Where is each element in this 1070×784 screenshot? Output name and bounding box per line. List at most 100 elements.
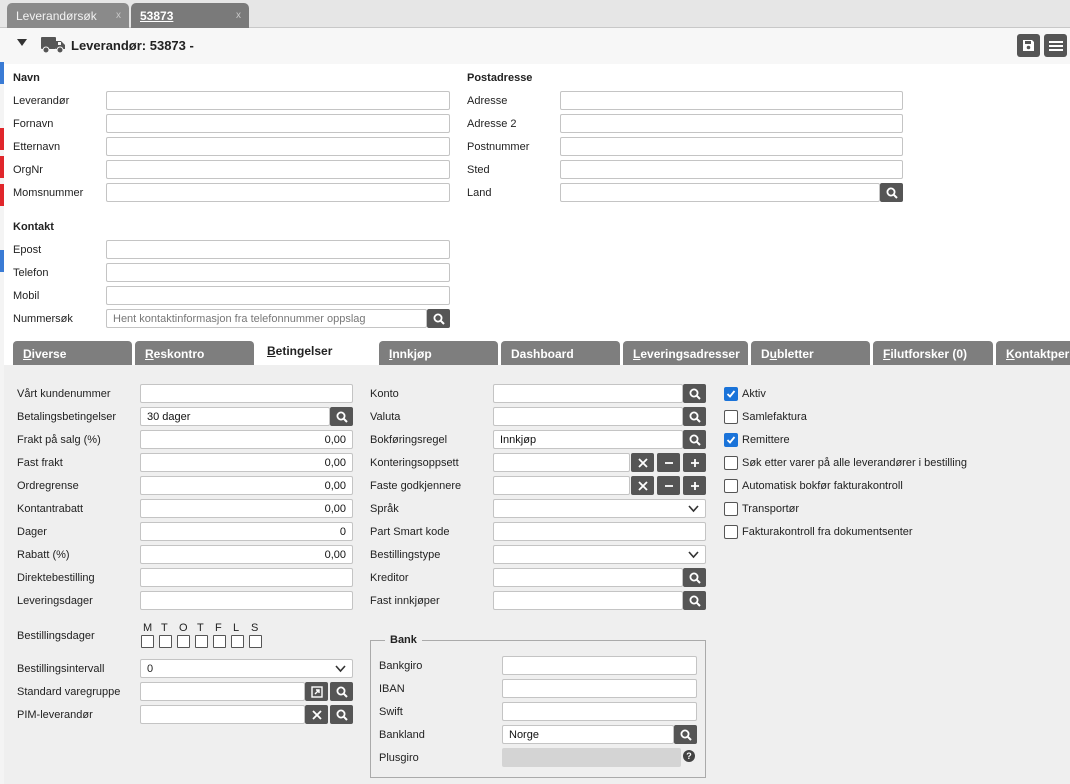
standard-varegruppe-input[interactable] [140,682,305,701]
subtab-reskontro[interactable]: Reskontro [135,341,254,365]
remittere-checkbox[interactable] [724,433,738,447]
vart-kundenummer-input[interactable] [140,384,353,403]
day-checkbox[interactable] [249,635,262,648]
leverandor-input[interactable] [106,91,450,110]
day-checkbox[interactable] [213,635,226,648]
kreditor-input[interactable] [493,568,683,587]
valuta-input[interactable] [493,407,683,426]
nummersok-input[interactable]: Hent kontaktinformasjon fra telefonnumme… [106,309,427,328]
swift-input[interactable] [502,702,697,721]
field-label: Bestillingsintervall [17,663,105,675]
mobil-input[interactable] [106,286,450,305]
field-label: Adresse [467,95,508,107]
betalingsbetingelser-search-button[interactable] [330,407,353,426]
day-checkbox[interactable] [195,635,208,648]
kreditor-search-button[interactable] [683,568,706,587]
land-search-button[interactable] [880,183,903,202]
samlefaktura-checkbox[interactable] [724,410,738,424]
direktebestilling-input[interactable] [140,568,353,587]
fast-frakt-input[interactable]: 0,00 [140,453,353,472]
betalingsbetingelser-input[interactable]: 30 dager [140,407,330,426]
subtab-dubletter[interactable]: Dubletter [751,341,870,365]
part-smart-kode-input[interactable] [493,522,706,541]
collapse-toggle-icon[interactable] [17,38,27,50]
leveringsdager-input[interactable] [140,591,353,610]
faste-godkjennere-input[interactable] [493,476,630,495]
tab-53873[interactable]: 53873 x [131,3,249,28]
ordregrense-input[interactable]: 0,00 [140,476,353,495]
remove-button[interactable] [657,476,680,495]
orgnr-input[interactable] [106,160,450,179]
konteringsoppsett-input[interactable] [493,453,630,472]
remove-button[interactable] [657,453,680,472]
bankland-input[interactable]: Norge [502,725,674,744]
frakt-pa-salg-input[interactable]: 0,00 [140,430,353,449]
bestillingsintervall-select[interactable]: 0 [140,659,353,678]
momsnummer-input[interactable] [106,183,450,202]
add-button[interactable] [683,476,706,495]
day-checkbox[interactable] [177,635,190,648]
day-checkbox[interactable] [141,635,154,648]
bokforingsregel-input[interactable]: Innkjøp [493,430,683,449]
close-icon[interactable]: x [116,10,121,21]
kontantrabatt-input[interactable]: 0,00 [140,499,353,518]
fast-innkjoper-input[interactable] [493,591,683,610]
dager-input[interactable]: 0 [140,522,353,541]
save-button[interactable] [1017,34,1040,57]
sprak-select[interactable] [493,499,706,518]
land-input[interactable] [560,183,880,202]
sok-alle-leverandorer-checkbox[interactable] [724,456,738,470]
subtab-betingelser[interactable]: Betingelser [257,338,376,365]
checkbox-label: Søk etter varer på alle leverandører i b… [742,457,967,469]
fornavn-input[interactable] [106,114,450,133]
close-icon[interactable]: x [236,10,241,21]
konto-input[interactable] [493,384,683,403]
clear-button[interactable] [631,476,654,495]
search-icon [336,709,348,721]
day-checkbox[interactable] [231,635,244,648]
subtab-diverse[interactable]: Diverse [13,341,132,365]
subtab-innkjop[interactable]: Innkjøp [379,341,498,365]
valuta-search-button[interactable] [683,407,706,426]
subtab-filutforsker[interactable]: Filutforsker (0) [873,341,993,365]
day-checkbox[interactable] [159,635,172,648]
fast-innkjoper-search-button[interactable] [683,591,706,610]
nummersok-search-button[interactable] [427,309,450,328]
page-title: Leverandør: 53873 - [71,38,194,53]
bankland-search-button[interactable] [674,725,697,744]
telefon-input[interactable] [106,263,450,282]
transportor-checkbox[interactable] [724,502,738,516]
iban-input[interactable] [502,679,697,698]
pim-leverandor-search-button[interactable] [330,705,353,724]
konto-search-button[interactable] [683,384,706,403]
help-icon[interactable]: ? [683,750,695,762]
adresse2-input[interactable] [560,114,903,133]
etternavn-input[interactable] [106,137,450,156]
rabatt-input[interactable]: 0,00 [140,545,353,564]
bankgiro-input[interactable] [502,656,697,675]
field-label: Kontantrabatt [17,503,84,515]
standard-varegruppe-search-button[interactable] [330,682,353,701]
search-icon [433,313,445,325]
subtab-leveringsadresser[interactable]: Leveringsadresser [623,341,748,365]
epost-input[interactable] [106,240,450,259]
automatisk-bokfor-checkbox[interactable] [724,479,738,493]
open-link-button[interactable] [305,682,328,701]
field-label: Bokføringsregel [370,434,448,446]
aktiv-checkbox[interactable] [724,387,738,401]
pim-leverandor-input[interactable] [140,705,305,724]
clear-button[interactable] [631,453,654,472]
bokforingsregel-search-button[interactable] [683,430,706,449]
clear-button[interactable] [305,705,328,724]
add-button[interactable] [683,453,706,472]
postnummer-input[interactable] [560,137,903,156]
subtab-kontaktpersoner[interactable]: Kontaktpersoner [996,341,1070,365]
bestillingstype-select[interactable] [493,545,706,564]
sted-input[interactable] [560,160,903,179]
tab-leverandorsok[interactable]: Leverandørsøk x [7,3,129,28]
subtab-dashboard[interactable]: Dashboard [501,341,620,365]
fakturakontroll-dokumentsenter-checkbox[interactable] [724,525,738,539]
field-label: Konteringsoppsett [370,457,459,469]
adresse-input[interactable] [560,91,903,110]
menu-button[interactable] [1044,34,1067,57]
